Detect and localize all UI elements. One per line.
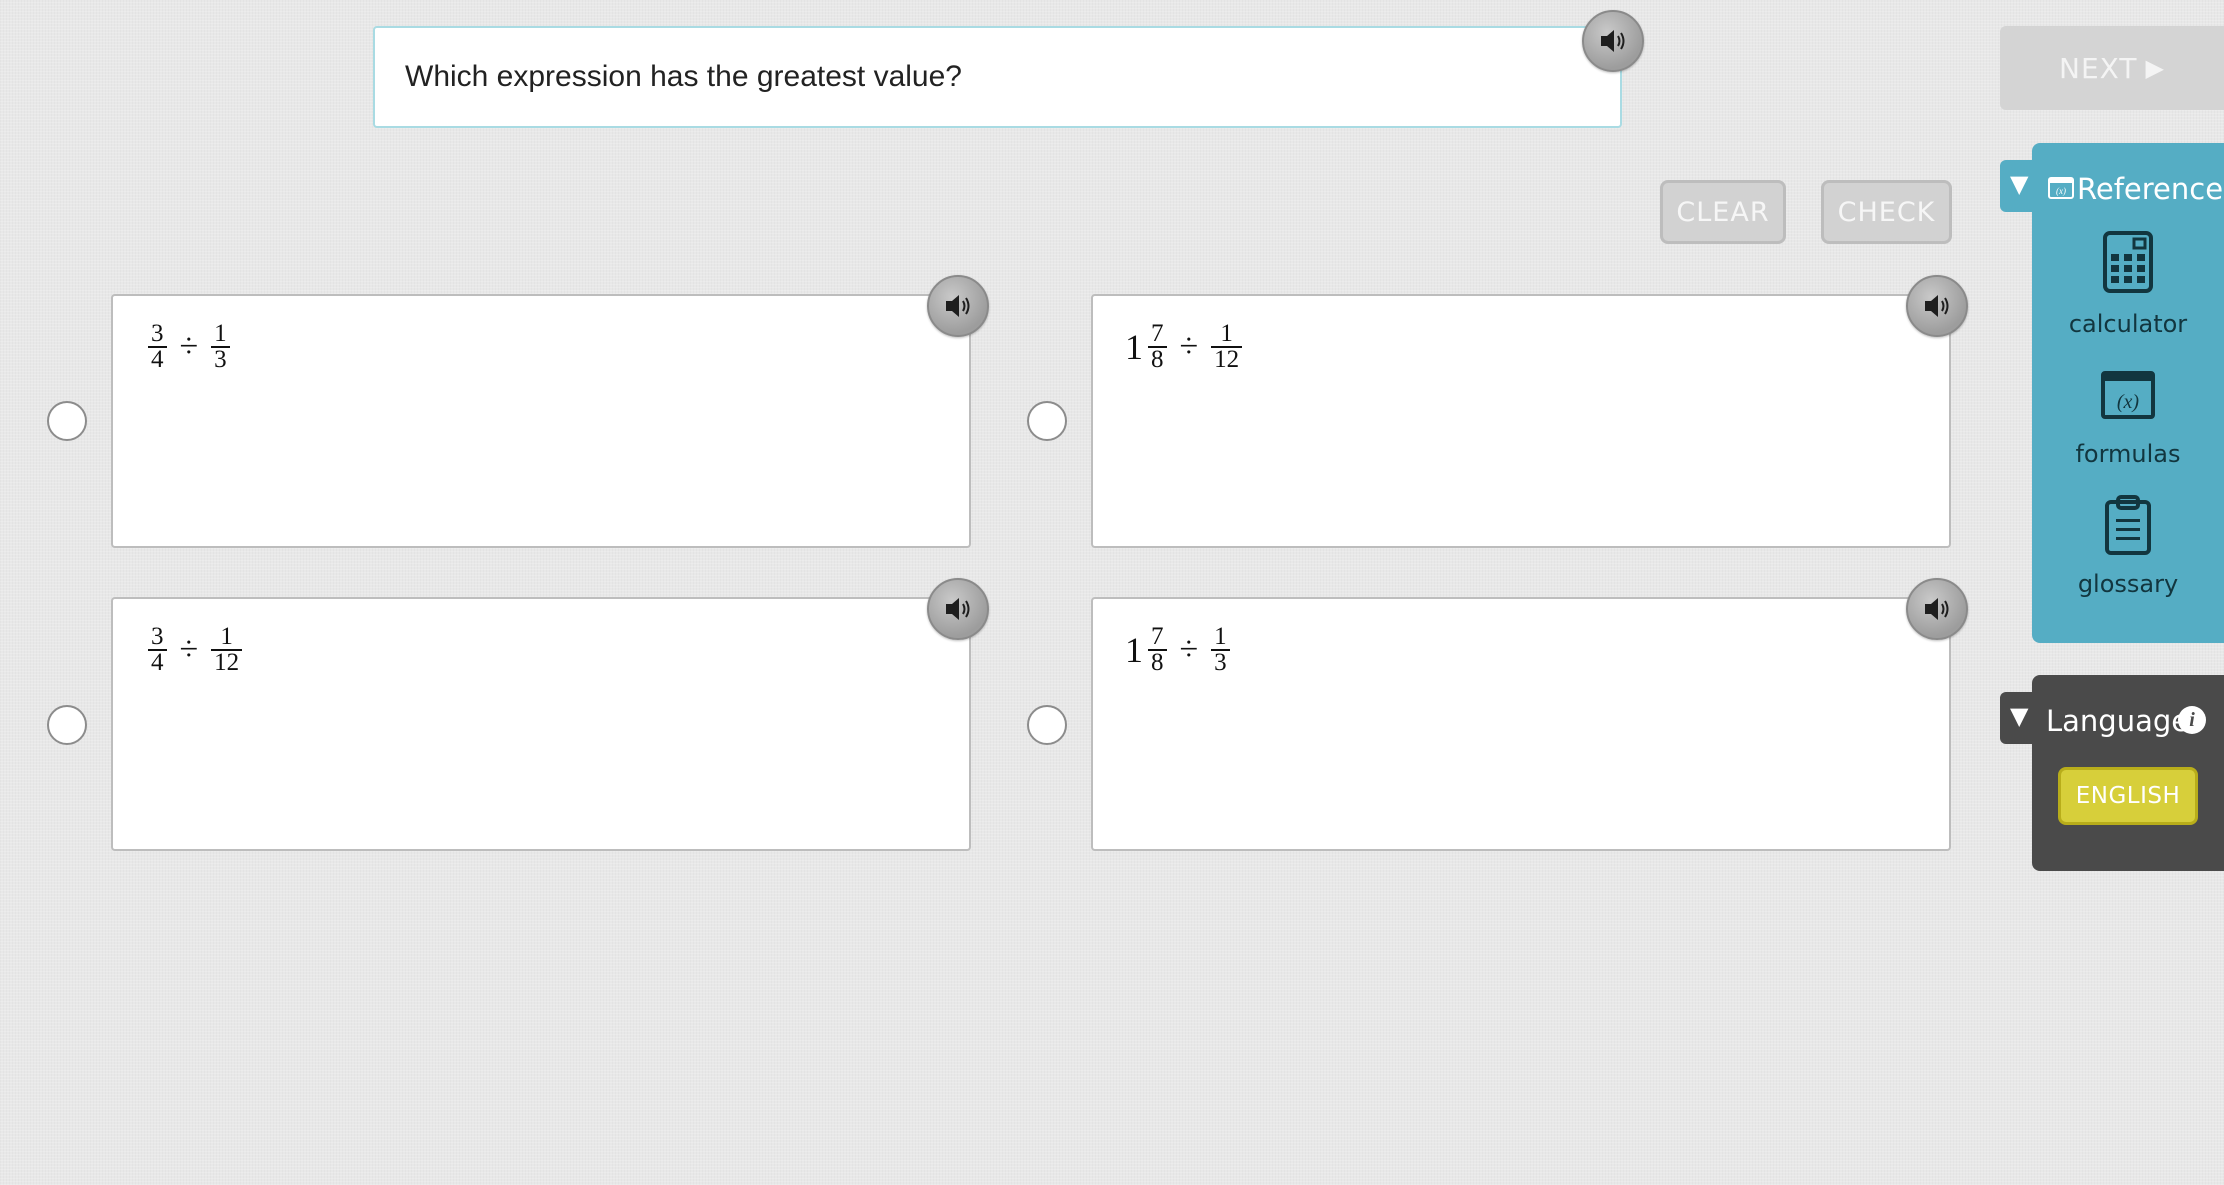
answer-expression: 1 78 ÷ 13: [1125, 624, 1233, 675]
glossary-tool[interactable]: [2032, 494, 2224, 560]
reference-header: Reference: [2077, 172, 2224, 206]
answer-expression: 1 78 ÷ 1 12: [1125, 321, 1245, 372]
clear-button[interactable]: CLEAR: [1660, 180, 1786, 244]
glossary-icon: [2105, 495, 2151, 555]
answer-expression: 34 ÷ 1 12: [145, 624, 245, 675]
svg-text:(x): (x): [2117, 391, 2140, 413]
fraction: 1 12: [211, 624, 243, 675]
formulas-label[interactable]: formulas: [2032, 440, 2224, 468]
question-text: Which expression has the greatest value?: [405, 60, 962, 93]
whole-number: 1: [1125, 630, 1143, 670]
language-header: Language: [2046, 704, 2190, 738]
answer-3-audio-button[interactable]: [927, 578, 989, 640]
answer-4-audio-button[interactable]: [1906, 578, 1968, 640]
fraction: 78: [1148, 624, 1167, 675]
question-prompt: Which expression has the greatest value?: [373, 26, 1622, 128]
divide-operator: ÷: [179, 328, 199, 365]
answer-radio-2[interactable]: [1027, 401, 1067, 441]
answer-option-3[interactable]: 34 ÷ 1 12: [111, 597, 971, 851]
fraction: 13: [1211, 624, 1230, 675]
answer-1-audio-button[interactable]: [927, 275, 989, 337]
answer-2-audio-button[interactable]: [1906, 275, 1968, 337]
divide-operator: ÷: [1179, 328, 1199, 365]
fraction: 34: [148, 321, 167, 372]
english-language-button[interactable]: ENGLISH: [2058, 767, 2198, 825]
info-icon[interactable]: i: [2178, 706, 2206, 734]
speaker-icon: [946, 598, 970, 620]
reference-icon: (x): [2048, 177, 2074, 199]
answer-option-4[interactable]: 1 78 ÷ 13: [1091, 597, 1951, 851]
answer-expression: 34 ÷ 13: [145, 321, 233, 372]
answer-radio-3[interactable]: [47, 705, 87, 745]
divide-operator: ÷: [1179, 631, 1199, 668]
collapse-triangle-icon[interactable]: ▼: [2010, 702, 2028, 730]
answer-option-1[interactable]: 34 ÷ 13: [111, 294, 971, 548]
speaker-icon: [1925, 295, 1949, 317]
fraction: 1 12: [1211, 321, 1243, 372]
speaker-icon: [946, 295, 970, 317]
calculator-icon: [2103, 231, 2153, 293]
check-button[interactable]: CHECK: [1821, 180, 1952, 244]
collapse-triangle-icon[interactable]: ▼: [2010, 170, 2028, 198]
answer-option-2[interactable]: 1 78 ÷ 1 12: [1091, 294, 1951, 548]
question-audio-button[interactable]: [1582, 10, 1644, 72]
formulas-icon: (x): [2101, 371, 2155, 419]
next-button-label: NEXT: [2059, 51, 2138, 85]
divide-operator: ÷: [179, 631, 199, 668]
svg-text:(x): (x): [2056, 186, 2066, 196]
glossary-label[interactable]: glossary: [2032, 570, 2224, 598]
fraction: 34: [148, 624, 167, 675]
fraction: 78: [1148, 321, 1167, 372]
answer-radio-1[interactable]: [47, 401, 87, 441]
speaker-icon: [1925, 598, 1949, 620]
calculator-label[interactable]: calculator: [2032, 310, 2224, 338]
formulas-tool[interactable]: (x): [2032, 370, 2224, 430]
play-triangle-icon: ▶: [2145, 54, 2165, 82]
speaker-icon: [1601, 30, 1625, 52]
whole-number: 1: [1125, 327, 1143, 367]
answer-radio-4[interactable]: [1027, 705, 1067, 745]
next-button[interactable]: NEXT ▶: [2000, 26, 2224, 110]
fraction: 13: [211, 321, 230, 372]
